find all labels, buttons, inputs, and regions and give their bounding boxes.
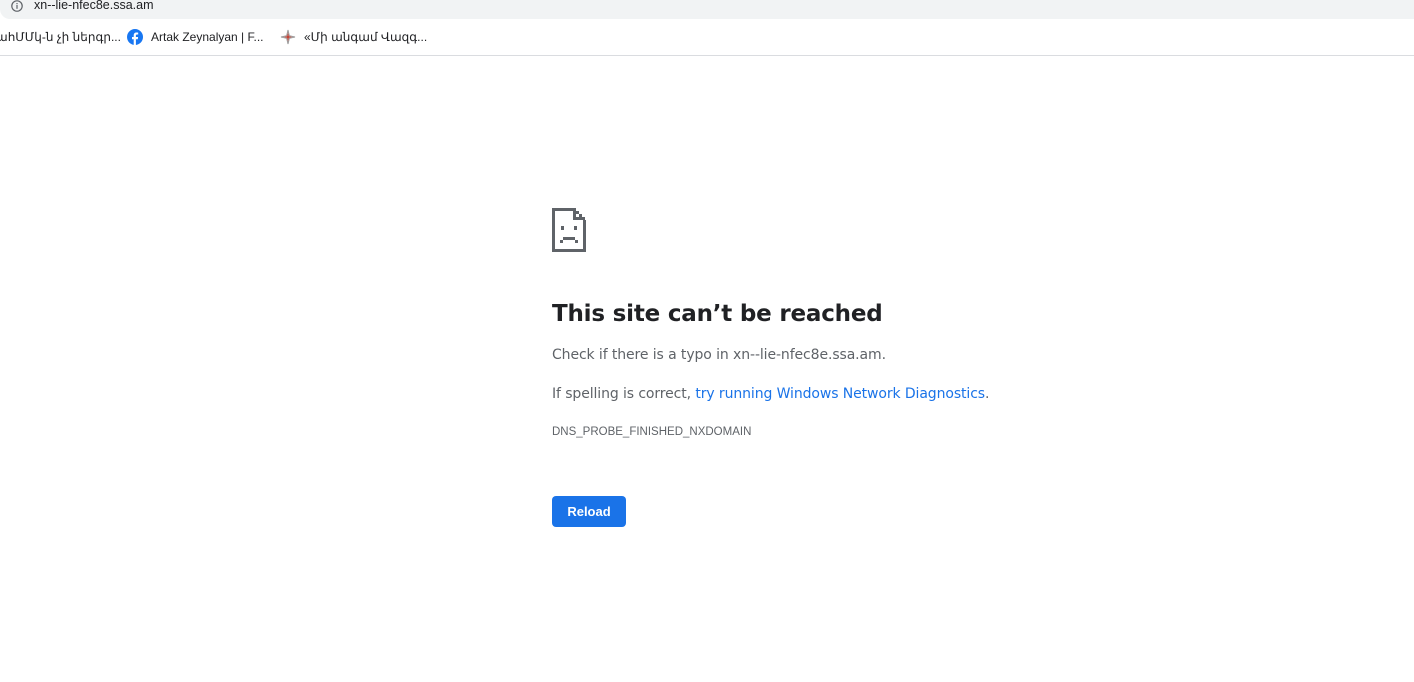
sad-document-icon (552, 208, 586, 252)
info-icon[interactable] (11, 0, 23, 12)
bookmark-label: ահՄՄկ-ն չի ներգր... (0, 30, 121, 44)
bookmark-label: «Մի անգամ Վազգ... (304, 30, 428, 44)
bookmark-label: Artak Zeynalyan | F... (151, 30, 264, 44)
diagnostics-hint: If spelling is correct, try running Wind… (552, 384, 989, 404)
url-text[interactable]: xn--lie-nfec8e.ssa.am (34, 0, 154, 12)
error-content: This site can’t be reached Check if ther… (552, 208, 1112, 527)
omnibox[interactable]: xn--lie-nfec8e.ssa.am (0, 0, 1414, 19)
typo-hint-suffix: . (881, 347, 886, 363)
bookmarks-bar: ահՄՄկ-ն չի ներգր... Artak Zeynalyan | F.… (0, 19, 1414, 56)
typo-hint-prefix: Check if there is a typo in (552, 347, 734, 363)
diagnostics-suffix: . (985, 386, 990, 402)
typo-hint: Check if there is a typo in xn--lie-nfec… (552, 345, 886, 365)
star-bookmark-icon (280, 29, 296, 45)
reload-button[interactable]: Reload (552, 496, 626, 527)
diagnostics-prefix: If spelling is correct, (552, 386, 696, 402)
bookmark-item[interactable]: Artak Zeynalyan | F... (127, 19, 264, 55)
network-diagnostics-link[interactable]: try running Windows Network Diagnostics (695, 386, 985, 402)
bookmark-item[interactable]: «Մի անգամ Վազգ... (280, 19, 427, 55)
typo-hint-domain: xn--lie-nfec8e.ssa.am (733, 347, 882, 363)
error-title: This site can’t be reached (552, 301, 883, 327)
facebook-icon (127, 29, 143, 45)
browser-viewport: xn--lie-nfec8e.ssa.am ահՄՄկ-ն չի ներգր..… (0, 0, 1414, 682)
error-code: DNS_PROBE_FINISHED_NXDOMAIN (552, 426, 752, 438)
bookmark-item[interactable]: ահՄՄկ-ն չի ներգր... (0, 19, 121, 55)
